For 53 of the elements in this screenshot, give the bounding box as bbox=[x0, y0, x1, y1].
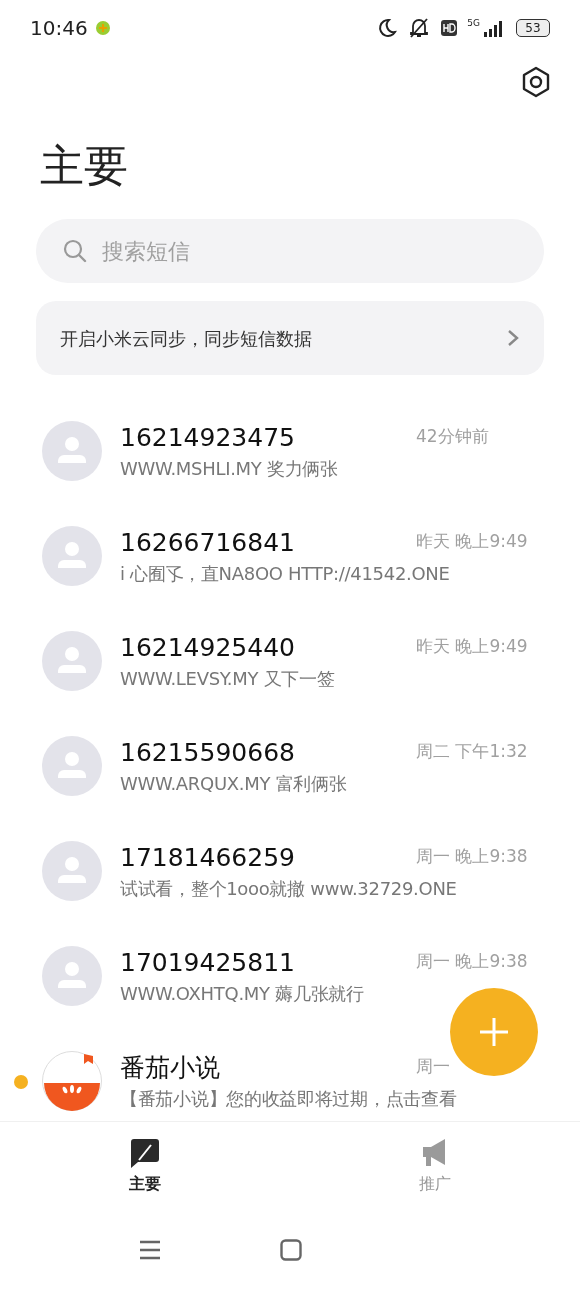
contact-avatar-icon bbox=[42, 526, 102, 586]
contact-name: 17181466259 bbox=[120, 842, 295, 874]
contact-name: 16214925440 bbox=[120, 632, 295, 664]
conversation-item[interactable]: 17181466259 周一 晚上9:38 试试看，整个1ooo就撤 www.32729.ONE bbox=[0, 841, 580, 946]
contact-name: 17019425811 bbox=[120, 947, 295, 979]
hd-icon bbox=[441, 20, 458, 36]
conversation-item[interactable]: 16215590668 周二 下午1:32 WWW.ARQUX.MY 富利俩张 bbox=[0, 736, 580, 841]
contact-name: 16215590668 bbox=[120, 737, 295, 769]
search-icon bbox=[62, 238, 88, 264]
conversation-item[interactable]: 17019425811 周一 晚上9:38 WWW.OXHTQ.MY 薅几张就行 bbox=[0, 946, 580, 1051]
message-time: 昨天 晚上9:49 bbox=[416, 530, 529, 553]
contact-avatar-icon bbox=[42, 946, 102, 1006]
cloud-sync-banner[interactable]: 开启小米云同步，同步短信数据 bbox=[36, 301, 544, 375]
conversation-item[interactable]: 16214923475 42分钟前 WWW.MSHLI.MY 奖力俩张 bbox=[0, 421, 580, 526]
menu-icon[interactable] bbox=[139, 1240, 162, 1260]
chevron-right-icon bbox=[506, 328, 520, 348]
message-preview: WWW.MSHLI.MY 奖力俩张 bbox=[120, 457, 339, 481]
compose-icon bbox=[130, 1137, 160, 1168]
settings-icon[interactable] bbox=[520, 66, 552, 98]
message-time: 周一 晚上9:38 bbox=[416, 845, 529, 868]
contact-avatar-icon bbox=[42, 736, 102, 796]
search-field[interactable]: 搜索短信 bbox=[36, 219, 544, 283]
message-time: 周一 bbox=[416, 1055, 451, 1078]
contact-avatar-icon bbox=[42, 421, 102, 481]
message-preview: WWW.ARQUX.MY 富利俩张 bbox=[120, 772, 348, 796]
contact-avatar-icon bbox=[42, 841, 102, 901]
message-time: 昨天 晚上9:49 bbox=[416, 635, 529, 658]
contact-avatar-icon bbox=[42, 631, 102, 691]
battery-indicator: 53 bbox=[516, 19, 550, 37]
contact-name: 番茄小说 bbox=[120, 1052, 220, 1084]
moon-icon bbox=[377, 18, 398, 38]
message-preview: WWW.LEVSY.MY 又下一签 bbox=[120, 667, 336, 691]
message-preview: 【番茄小说】您的收益即将过期，点击查看 bbox=[120, 1087, 458, 1111]
contact-name: 16266716841 bbox=[120, 527, 295, 559]
conversation-item[interactable]: 番茄小说 周一 【番茄小说】您的收益即将过期，点击查看 bbox=[0, 1051, 580, 1121]
message-time: 周一 晚上9:38 bbox=[416, 950, 529, 973]
conversation-item[interactable]: 16214925440 昨天 晚上9:49 WWW.LEVSY.MY 又下一签 bbox=[0, 631, 580, 736]
page-title: 主要 bbox=[39, 139, 129, 193]
banner-text: 开启小米云同步，同步短信数据 bbox=[60, 326, 312, 351]
home-icon[interactable] bbox=[280, 1239, 302, 1261]
plus-icon bbox=[478, 1016, 510, 1048]
message-preview: WWW.OXHTQ.MY 薅几张就行 bbox=[120, 982, 365, 1006]
message-time: 42分钟前 bbox=[416, 425, 490, 448]
network-type: 5G bbox=[467, 19, 480, 28]
tomato-app-icon bbox=[42, 1051, 102, 1111]
bottom-tab[interactable]: 主要 bbox=[0, 1122, 290, 1211]
conversation-item[interactable]: 16266716841 昨天 晚上9:49 i 心囿孓，直NA8OO HTTP://41542.ONE bbox=[0, 526, 580, 631]
contact-name: 16214923475 bbox=[120, 422, 295, 454]
message-preview: 试试看，整个1ooo就撤 www.32729.ONE bbox=[120, 877, 458, 901]
message-preview: i 心囿孓，直NA8OO HTTP://41542.ONE bbox=[120, 562, 451, 586]
app-notification-icon bbox=[95, 21, 110, 35]
status-time: 10:46 bbox=[30, 15, 88, 42]
message-time: 周二 下午1:32 bbox=[416, 740, 529, 763]
